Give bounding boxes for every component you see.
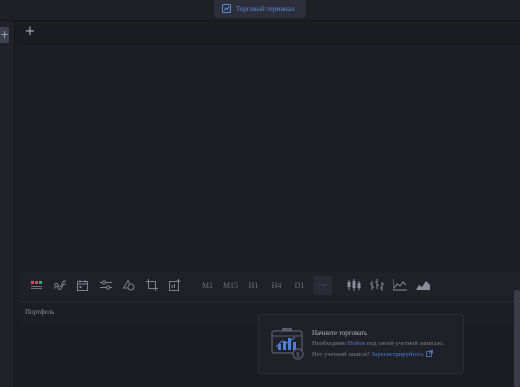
svg-text:$: $ [296, 351, 300, 359]
card-title: Начните торговать [312, 329, 368, 337]
shapes-icon[interactable] [117, 274, 140, 296]
portfolio-title: Портфель [25, 308, 55, 316]
login-link[interactable]: Войти [348, 340, 365, 347]
timeframe-h4[interactable]: H4 [265, 274, 288, 296]
candles-icon[interactable] [342, 274, 365, 296]
top-bar: Торговый терминал [0, 0, 520, 21]
chart-tabs-row: + [19, 21, 520, 44]
timeframe-m1[interactable]: M1 [196, 274, 219, 296]
trading-monitor-icon: $ [271, 327, 305, 361]
start-trading-card: $ Начните торговать Необходимо Войти под… [258, 314, 464, 374]
crop-icon[interactable] [140, 274, 163, 296]
bars-icon[interactable] [365, 274, 388, 296]
card-register-line: Нет учетной записи? Зарегистрируйтесь [312, 350, 433, 358]
login-prefix: Необходимо [312, 340, 347, 347]
area-icon[interactable] [411, 274, 434, 296]
more-timeframes-button[interactable]: ··· [313, 275, 332, 295]
timeframe-m15[interactable]: M15 [219, 274, 242, 296]
external-link-icon[interactable] [425, 350, 433, 358]
chart-toolbar: M1 M15 H1 H4 D1 ··· [19, 272, 520, 298]
card-login-line: Необходимо Войти под своей учетной запис… [312, 340, 444, 347]
wave-icon[interactable] [48, 274, 71, 296]
line-icon[interactable] [388, 274, 411, 296]
timeframe-d1[interactable]: D1 [288, 274, 311, 296]
indicator-bars-icon[interactable] [25, 274, 48, 296]
left-sidebar [0, 21, 15, 387]
calendar-icon[interactable] [71, 274, 94, 296]
trading-terminal-label: Торговый терминал [236, 5, 295, 13]
register-link[interactable]: Зарегистрируйтесь [371, 351, 424, 358]
sliders-icon[interactable] [94, 274, 117, 296]
chart-icon [222, 0, 231, 18]
timeframe-h1[interactable]: H1 [242, 274, 265, 296]
add-chart-tab-button[interactable]: + [23, 25, 37, 39]
login-suffix: под своей учетной записью. [366, 340, 445, 347]
chart-area[interactable] [19, 44, 520, 270]
register-prefix: Нет учетной записи? [312, 351, 370, 358]
add-chart-icon[interactable] [163, 274, 186, 296]
trading-terminal-tab[interactable]: Торговый терминал [214, 0, 306, 18]
left-add-button[interactable]: + [0, 27, 9, 43]
scrollbar[interactable] [514, 290, 520, 387]
